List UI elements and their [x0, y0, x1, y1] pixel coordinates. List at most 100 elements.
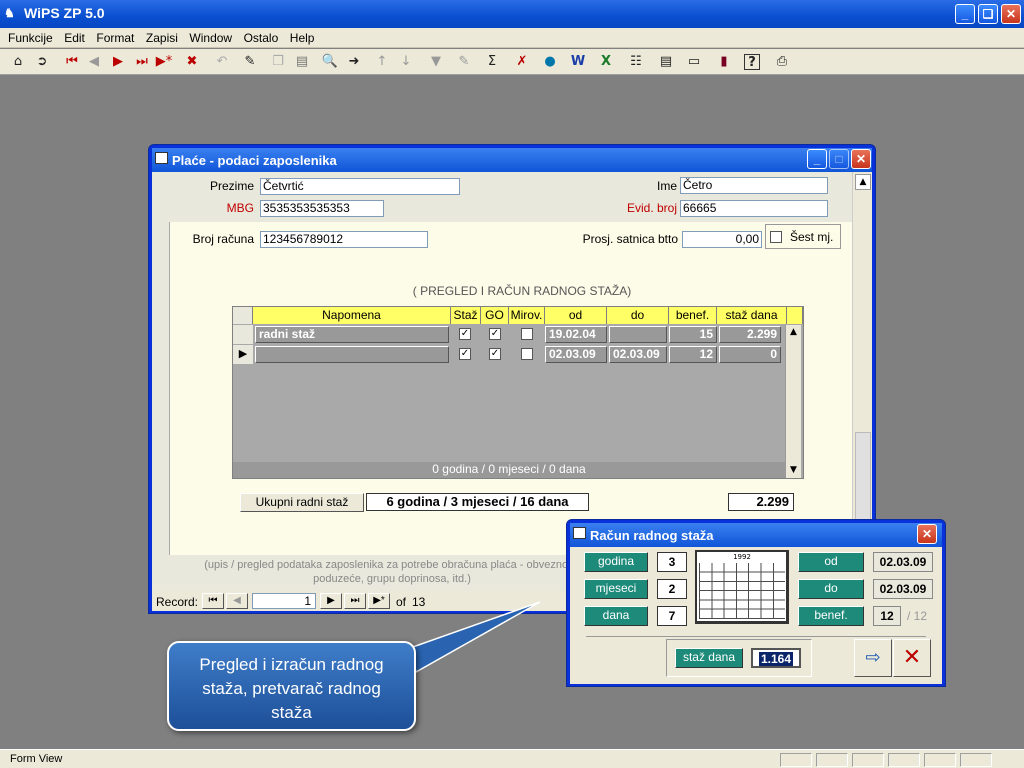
new-record-icon[interactable]: ▶*	[154, 52, 174, 72]
find-icon[interactable]: 🔍	[320, 52, 340, 72]
od-value[interactable]: 02.03.09	[873, 552, 933, 572]
col-mirov[interactable]: Mirov.	[509, 307, 545, 324]
cell-od[interactable]: 19.02.04	[545, 326, 607, 343]
apply-filter-icon[interactable]: Σ	[482, 52, 502, 72]
col-od[interactable]: od	[545, 307, 607, 324]
col-staz-dana[interactable]: staž dana	[717, 307, 787, 324]
copy-icon[interactable]: ❐	[268, 52, 288, 72]
sort-desc-icon[interactable]: ↓	[396, 52, 416, 72]
go-checkbox[interactable]: ✓	[489, 348, 501, 360]
mirov-checkbox[interactable]	[521, 348, 533, 360]
current-row-indicator-icon[interactable]: ▶	[233, 345, 253, 364]
form-maximize-button[interactable]: □	[829, 149, 849, 169]
od-button[interactable]: od	[798, 552, 864, 572]
undo-icon[interactable]: ↶	[212, 52, 232, 72]
mbg-field[interactable]: 3535353535353	[260, 200, 384, 217]
web-icon[interactable]: ●	[540, 52, 560, 72]
last-record-icon[interactable]: ⏭	[132, 52, 152, 72]
nav-first-icon[interactable]: ⏮	[202, 593, 224, 609]
grid-scrollbar[interactable]: ▲ ▼	[785, 325, 801, 478]
nav-next-icon[interactable]: ▶	[320, 593, 342, 609]
row-selector[interactable]	[233, 325, 253, 344]
staz-checkbox[interactable]: ✓	[459, 328, 471, 340]
staz-checkbox[interactable]: ✓	[459, 348, 471, 360]
sest-mj-checkbox[interactable]	[770, 231, 782, 243]
sort-asc-icon[interactable]: ↑	[372, 52, 392, 72]
dialog-close-button[interactable]: ✕	[917, 524, 937, 544]
form-minimize-button[interactable]: _	[807, 149, 827, 169]
find-next-icon[interactable]: ➜	[344, 52, 364, 72]
scroll-up-icon[interactable]: ▲	[786, 325, 801, 340]
benef-value[interactable]: 12	[873, 606, 901, 626]
staz-dana-value[interactable]: 1.164	[758, 652, 794, 666]
next-record-icon[interactable]: ▶	[108, 52, 128, 72]
book-icon[interactable]: ▭	[684, 52, 704, 72]
print-icon[interactable]: ⎙	[772, 52, 792, 72]
do-value[interactable]: 02.03.09	[873, 579, 933, 599]
first-record-icon[interactable]: ⏮	[62, 52, 82, 72]
cancel-button[interactable]: ✕	[893, 639, 931, 677]
delete-record-icon[interactable]: ✖	[182, 52, 202, 72]
col-do[interactable]: do	[607, 307, 669, 324]
preview-icon[interactable]: ▤	[656, 52, 676, 72]
col-go[interactable]: GO	[481, 307, 509, 324]
menu-format[interactable]: Format	[96, 31, 134, 45]
nav-prev-icon[interactable]: ◀	[226, 593, 248, 609]
home-icon[interactable]: ⌂	[8, 52, 28, 72]
close-button[interactable]: ✕	[1001, 4, 1021, 24]
edit-filter-icon[interactable]: ✎	[454, 52, 474, 72]
report-icon[interactable]: ☷	[626, 52, 646, 72]
prev-record-icon[interactable]: ◀	[84, 52, 104, 72]
remove-filter-icon[interactable]: ✗	[512, 52, 532, 72]
books-icon[interactable]: ▮	[714, 52, 734, 72]
form-scroll-thumb[interactable]	[855, 432, 871, 532]
staz-dana-value-wrap[interactable]: 1.164	[751, 648, 801, 668]
cell-staz-dana[interactable]: 0	[719, 346, 781, 363]
form-scroll-up-icon[interactable]: ▲	[855, 174, 871, 190]
help-icon[interactable]: ?	[744, 54, 760, 70]
menu-zapisi[interactable]: Zapisi	[146, 31, 178, 45]
cell-staz-dana[interactable]: 2.299	[719, 326, 781, 343]
cell-benef[interactable]: 12	[669, 346, 717, 363]
racun-field[interactable]: 123456789012	[260, 231, 428, 248]
nav-last-icon[interactable]: ⏭	[344, 593, 366, 609]
calendar-icon[interactable]: 1992	[695, 550, 789, 624]
save-icon[interactable]: ✎	[240, 52, 260, 72]
exit-icon[interactable]: ➲	[32, 52, 52, 72]
paste-icon[interactable]: ▤	[292, 52, 312, 72]
transfer-button[interactable]: ⇨	[854, 639, 892, 677]
col-napomena[interactable]: Napomena	[253, 307, 451, 324]
evid-field[interactable]: 66665	[680, 200, 828, 217]
col-staz[interactable]: Staž	[451, 307, 481, 324]
menu-window[interactable]: Window	[189, 31, 232, 45]
form-scrollbar[interactable]: ▲	[852, 172, 872, 555]
menu-funkcije[interactable]: Funkcije	[8, 31, 53, 45]
mjeseci-button[interactable]: mjeseci	[584, 579, 648, 599]
menu-edit[interactable]: Edit	[64, 31, 85, 45]
satnica-field[interactable]: 0,00	[682, 231, 762, 248]
cell-napomena[interactable]	[255, 346, 449, 363]
col-benef[interactable]: benef.	[669, 307, 717, 324]
cell-do[interactable]: 02.03.09	[609, 346, 667, 363]
menu-help[interactable]: Help	[290, 31, 315, 45]
cell-do[interactable]	[609, 326, 667, 343]
cell-napomena[interactable]: radni staž	[255, 326, 449, 343]
ime-field[interactable]: Četro	[680, 177, 828, 194]
mirov-checkbox[interactable]	[521, 328, 533, 340]
ukupni-staz-button[interactable]: Ukupni radni staž	[240, 493, 364, 512]
cell-benef[interactable]: 15	[669, 326, 717, 343]
do-button[interactable]: do	[798, 579, 864, 599]
excel-icon[interactable]: X	[596, 52, 616, 72]
staz-dana-button[interactable]: staž dana	[675, 648, 743, 668]
word-icon[interactable]: W	[568, 52, 588, 72]
go-checkbox[interactable]: ✓	[489, 328, 501, 340]
record-current-field[interactable]: 1	[252, 593, 316, 609]
mjeseci-value[interactable]: 2	[657, 579, 687, 599]
restore-button[interactable]: ❏	[978, 4, 998, 24]
prezime-field[interactable]: Četvrtić	[260, 178, 460, 195]
filter-icon[interactable]: ▼	[426, 52, 446, 72]
benef-button[interactable]: benef.	[798, 606, 864, 626]
menu-ostalo[interactable]: Ostalo	[244, 31, 279, 45]
godina-value[interactable]: 3	[657, 552, 687, 572]
dana-value[interactable]: 7	[657, 606, 687, 626]
